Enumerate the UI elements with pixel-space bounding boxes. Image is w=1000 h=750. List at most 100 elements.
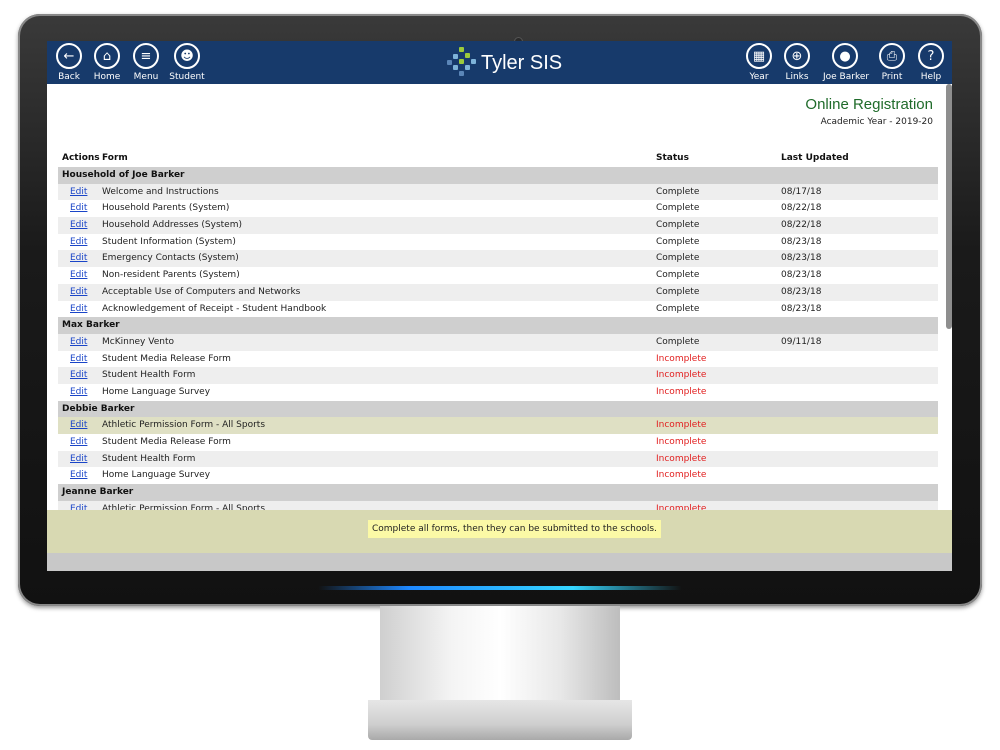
last-updated-cell: 09/11/18 [781,336,822,347]
status-cell: Incomplete [656,386,707,397]
edit-link[interactable]: Edit [70,220,87,230]
table-row: Edit Welcome and Instructions Complete 08/1… [58,183,938,201]
edit-link[interactable]: Edit [70,370,87,380]
last-updated-cell: 08/17/18 [781,186,822,197]
actions-cell: Edit [62,420,102,430]
nav-home-button[interactable]: ⌂ Home [85,43,129,82]
actions-cell: Edit [62,203,102,213]
group-name: Household of Joe Barker [62,170,185,180]
actions-cell: Edit [62,287,102,297]
table-row: Edit Acceptable Use of Computers and Netw… [58,283,938,301]
group-name: Debbie Barker [62,403,135,414]
nav-label: Links [785,72,809,82]
status-cell: Incomplete [656,453,707,464]
form-name: Home Language Survey [102,470,211,481]
header-actions: Actions [62,153,100,163]
header-last-updated: Last Updated [781,153,849,163]
table-row: Edit Student Information (System) Complete… [58,234,938,251]
table-header: Actions Form Status Last Updated [58,150,938,167]
menu-icon: ≡ [133,43,159,69]
nav-print-button[interactable]: ⎙ Print [870,43,914,82]
nav-help-button[interactable]: ? Help [909,43,952,82]
edit-link[interactable]: Edit [70,470,87,480]
nav-menu-button[interactable]: ≡ Menu [124,43,168,82]
monitor-base [368,700,632,740]
table-row: Edit Student Media Release Form Incomplete [58,434,938,451]
nav-student-button[interactable]: ☻ Student [165,43,209,82]
student-icon: ☻ [174,43,200,69]
group-header-row: Max Barker [58,317,938,334]
edit-link[interactable]: Edit [70,437,87,447]
status-cell: Complete [656,253,700,264]
edit-link[interactable]: Edit [70,337,87,347]
app-screen: ← Back ⌂ Home ≡ Menu ☻ Student Tyler SIS ▦ Year ⊕… [47,41,952,571]
last-updated-cell: 08/23/18 [781,253,822,264]
last-updated-cell: 08/23/18 [781,303,822,314]
calendar-icon: ▦ [746,43,772,69]
user-icon: ● [832,43,858,69]
status-cell: Incomplete [656,420,707,431]
status-cell: Incomplete [656,437,707,447]
table-row: Edit Household Parents (System) Complete 08… [58,200,938,217]
group-name: Jeanne Barker [62,487,134,498]
arrow-left-icon: ← [56,43,82,69]
edit-link[interactable]: Edit [70,287,87,297]
edit-link[interactable]: Edit [70,270,87,280]
nav-label: Student [169,72,205,82]
edit-link[interactable]: Edit [70,187,87,197]
actions-cell: Edit [62,304,102,314]
form-name: Student Information (System) [102,236,236,247]
table-row: Edit Non-resident Parents (System) Complet… [58,267,938,284]
vertical-scrollbar[interactable] [946,84,952,329]
table-row: Edit Household Addresses (System) Complete… [58,217,938,234]
form-name: Household Parents (System) [102,203,230,214]
status-cell: Complete [656,186,700,197]
status-cell: Complete [656,270,700,281]
actions-cell: Edit [62,270,102,280]
status-cell: Incomplete [656,470,707,481]
footer-message: Complete all forms, then they can be sub… [368,520,661,538]
page-subtitle: Academic Year - 2019-20 [820,117,933,127]
brand-name: Tyler SIS [481,51,563,74]
nav-label: Home [93,72,121,82]
status-cell: Incomplete [656,353,707,364]
edit-link[interactable]: Edit [70,304,87,314]
power-glow [318,586,682,590]
status-cell: Complete [656,303,700,314]
page-title: Online Registration [805,96,933,113]
edit-link[interactable]: Edit [70,253,87,263]
forms-table: Actions Form Status Last Updated Househo… [58,150,938,510]
bottom-strip [47,553,952,571]
last-updated-cell: 08/22/18 [781,203,822,214]
edit-link[interactable]: Edit [70,237,87,247]
help-icon: ? [918,43,944,69]
last-updated-cell: 08/23/18 [781,286,822,297]
nav-joe-barker-button[interactable]: ● Joe Barker [823,43,869,82]
group-header-row: Household of Joe Barker [58,167,938,184]
nav-links-button[interactable]: ⊕ Links [775,43,819,82]
actions-cell: Edit [62,387,102,397]
form-name: Acknowledgement of Receipt - Student Han… [102,303,327,314]
group-header-row: Debbie Barker [58,400,938,418]
edit-link[interactable]: Edit [70,387,87,397]
footer-bar: Complete all forms, then they can be sub… [47,510,952,553]
group-name: Max Barker [62,320,120,331]
form-name: Athletic Permission Form - All Sports [102,420,266,431]
form-name: Student Health Form [102,370,196,381]
table-row: Edit Student Health Form Incomplete [58,367,938,384]
globe-icon: ⊕ [784,43,810,69]
form-name: Non-resident Parents (System) [102,270,240,281]
status-cell: Complete [656,220,700,231]
edit-link[interactable]: Edit [70,420,87,430]
status-cell: Incomplete [656,370,707,381]
actions-cell: Edit [62,220,102,230]
table-row: Edit Student Media Release Form Incomplete [58,351,938,368]
actions-cell: Edit [62,253,102,263]
table-row: Edit McKinney Vento Complete 09/11/18 [58,333,938,351]
edit-link[interactable]: Edit [70,203,87,213]
edit-link[interactable]: Edit [70,454,87,464]
actions-cell: Edit [62,187,102,197]
form-name: Student Media Release Form [102,353,231,364]
brand-logo: Tyler SIS [445,47,562,79]
edit-link[interactable]: Edit [70,354,87,364]
